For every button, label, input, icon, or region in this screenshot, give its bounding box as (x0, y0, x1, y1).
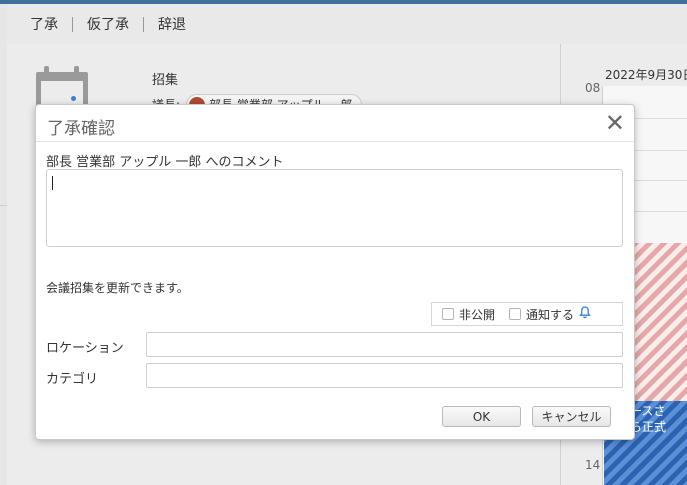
toolbar-separator (72, 16, 73, 32)
location-field[interactable] (146, 332, 623, 357)
category-label: カテゴリ (46, 372, 99, 387)
calendar-date: 2022年9月30日 (605, 68, 687, 82)
notify-label: 通知する (526, 307, 575, 322)
private-label: 非公開 (459, 307, 496, 322)
checkbox-box[interactable] (509, 308, 522, 320)
location-label: ロケーション (46, 341, 124, 356)
update-note: 会議招集を更新できます。 (46, 281, 189, 295)
close-icon[interactable]: ✕ (605, 111, 625, 135)
category-field[interactable] (146, 363, 623, 388)
divider (0, 205, 7, 206)
ok-button[interactable]: OK (442, 406, 521, 427)
toolbar-separator (143, 16, 144, 32)
decline-button[interactable]: 辞退 (158, 14, 186, 34)
private-checkbox[interactable]: 非公開 (442, 306, 495, 323)
hour-label-bottom: 14 (585, 458, 601, 472)
comment-field[interactable] (46, 169, 623, 247)
response-toolbar: 了承 仮了承 辞退 (7, 4, 687, 44)
bell-icon (579, 305, 591, 323)
accept-confirm-dialog: 了承確認 ✕ 部長 営業部 アップル 一郎 へのコメント 会議招集を更新できます… (35, 104, 635, 440)
comment-label: 部長 営業部 アップル 一郎 へのコメント (46, 155, 284, 170)
event-type-label: 招集 (152, 73, 179, 88)
status-dot-icon (71, 96, 76, 101)
options-box: 非公開 通知する (431, 302, 623, 326)
cancel-button[interactable]: キャンセル (532, 406, 611, 427)
hour-label-top: 08 (585, 81, 601, 95)
notify-checkbox[interactable]: 通知する (509, 305, 591, 323)
dialog-title: 了承確認 (47, 119, 115, 139)
accept-button[interactable]: 了承 (30, 14, 58, 34)
dialog-divider (36, 141, 634, 142)
tentative-button[interactable]: 仮了承 (87, 14, 129, 34)
checkbox-box[interactable] (442, 308, 454, 320)
text-caret (52, 176, 53, 190)
